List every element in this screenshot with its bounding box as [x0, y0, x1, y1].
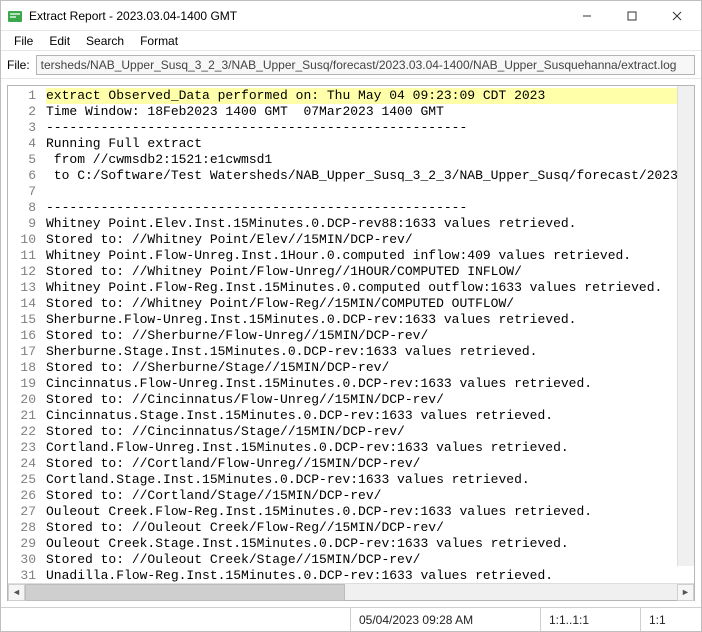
- file-label: File:: [7, 58, 30, 72]
- scroll-thumb[interactable]: [25, 584, 345, 601]
- code-line: Cortland.Flow-Unreg.Inst.15Minutes.0.DCP…: [46, 440, 694, 456]
- line-number: 4: [8, 136, 36, 152]
- code-line: Stored to: //Whitney Point/Flow-Reg//15M…: [46, 296, 694, 312]
- line-number: 8: [8, 200, 36, 216]
- status-cell-datetime: 05/04/2023 09:28 AM: [351, 608, 541, 631]
- line-number: 19: [8, 376, 36, 392]
- line-number: 13: [8, 280, 36, 296]
- line-number: 1: [8, 88, 36, 104]
- app-icon: [7, 8, 23, 24]
- code-line: Stored to: //Whitney Point/Elev//15MIN/D…: [46, 232, 694, 248]
- window-title: Extract Report - 2023.03.04-1400 GMT: [29, 9, 564, 23]
- code-line: Whitney Point.Flow-Reg.Inst.15Minutes.0.…: [46, 280, 694, 296]
- line-number: 21: [8, 408, 36, 424]
- code-content[interactable]: extract Observed_Data performed on: Thu …: [42, 86, 694, 583]
- line-number: 22: [8, 424, 36, 440]
- code-line: Time Window: 18Feb2023 1400 GMT 07Mar202…: [46, 104, 694, 120]
- minimize-button[interactable]: [564, 1, 609, 30]
- line-number: 10: [8, 232, 36, 248]
- code-line: Whitney Point.Flow-Unreg.Inst.1Hour.0.co…: [46, 248, 694, 264]
- line-number: 12: [8, 264, 36, 280]
- menu-edit[interactable]: Edit: [42, 33, 77, 49]
- horizontal-scrollbar[interactable]: ◄ ►: [8, 583, 694, 600]
- status-cell-selection: 1:1..1:1: [541, 608, 641, 631]
- line-number: 5: [8, 152, 36, 168]
- code-line: Stored to: //Ouleout Creek/Flow-Reg//15M…: [46, 520, 694, 536]
- code-line: Stored to: //Cortland/Flow-Unreg//15MIN/…: [46, 456, 694, 472]
- code-line: ----------------------------------------…: [46, 120, 694, 136]
- scroll-left-button[interactable]: ◄: [8, 584, 25, 601]
- code-line: Stored to: //Cincinnatus/Flow-Unreg//15M…: [46, 392, 694, 408]
- line-number: 17: [8, 344, 36, 360]
- chevron-left-icon: ◄: [12, 587, 21, 597]
- line-number: 31: [8, 568, 36, 583]
- code-line: from //cwmsdb2:1521:e1cwmsd1: [46, 152, 694, 168]
- code-line: ----------------------------------------…: [46, 200, 694, 216]
- line-number: 15: [8, 312, 36, 328]
- line-number: 29: [8, 536, 36, 552]
- vertical-scrollbar[interactable]: [677, 86, 694, 566]
- line-number: 28: [8, 520, 36, 536]
- code-line: Ouleout Creek.Stage.Inst.15Minutes.0.DCP…: [46, 536, 694, 552]
- code-line: Cincinnatus.Flow-Unreg.Inst.15Minutes.0.…: [46, 376, 694, 392]
- maximize-button[interactable]: [609, 1, 654, 30]
- maximize-icon: [627, 11, 637, 21]
- code-line: [46, 184, 694, 200]
- close-icon: [672, 11, 682, 21]
- editor-body[interactable]: 1234567891011121314151617181920212223242…: [8, 86, 694, 583]
- close-button[interactable]: [654, 1, 699, 30]
- code-line: Ouleout Creek.Flow-Reg.Inst.15Minutes.0.…: [46, 504, 694, 520]
- code-line: Stored to: //Ouleout Creek/Stage//15MIN/…: [46, 552, 694, 568]
- line-number: 18: [8, 360, 36, 376]
- menu-search[interactable]: Search: [79, 33, 131, 49]
- scroll-track[interactable]: [25, 584, 677, 601]
- file-path-text: tersheds/NAB_Upper_Susq_3_2_3/NAB_Upper_…: [41, 58, 677, 72]
- code-line: Stored to: //Cortland/Stage//15MIN/DCP-r…: [46, 488, 694, 504]
- code-line: Cincinnatus.Stage.Inst.15Minutes.0.DCP-r…: [46, 408, 694, 424]
- code-line: Stored to: //Sherburne/Flow-Unreg//15MIN…: [46, 328, 694, 344]
- menu-file[interactable]: File: [7, 33, 40, 49]
- line-number: 20: [8, 392, 36, 408]
- code-line: Unadilla.Flow-Reg.Inst.15Minutes.0.DCP-r…: [46, 568, 694, 583]
- code-line: Sherburne.Stage.Inst.15Minutes.0.DCP-rev…: [46, 344, 694, 360]
- menu-format[interactable]: Format: [133, 33, 185, 49]
- code-line: Sherburne.Flow-Unreg.Inst.15Minutes.0.DC…: [46, 312, 694, 328]
- code-line: Cortland.Stage.Inst.15Minutes.0.DCP-rev:…: [46, 472, 694, 488]
- statusbar: 05/04/2023 09:28 AM 1:1..1:1 1:1: [1, 607, 701, 631]
- chevron-right-icon: ►: [681, 587, 690, 597]
- line-number: 26: [8, 488, 36, 504]
- titlebar: Extract Report - 2023.03.04-1400 GMT: [1, 1, 701, 31]
- menubar: File Edit Search Format: [1, 31, 701, 51]
- app-window: Extract Report - 2023.03.04-1400 GMT Fil…: [0, 0, 702, 632]
- line-number: 6: [8, 168, 36, 184]
- line-number: 30: [8, 552, 36, 568]
- status-cell-empty: [1, 608, 351, 631]
- file-path-field[interactable]: tersheds/NAB_Upper_Susq_3_2_3/NAB_Upper_…: [36, 55, 695, 75]
- scroll-right-button[interactable]: ►: [677, 584, 694, 601]
- line-number: 14: [8, 296, 36, 312]
- code-line: Stored to: //Whitney Point/Flow-Unreg//1…: [46, 264, 694, 280]
- code-line: Stored to: //Sherburne/Stage//15MIN/DCP-…: [46, 360, 694, 376]
- line-number: 11: [8, 248, 36, 264]
- line-number-gutter: 1234567891011121314151617181920212223242…: [8, 86, 42, 583]
- code-line: extract Observed_Data performed on: Thu …: [46, 88, 694, 104]
- line-number: 23: [8, 440, 36, 456]
- status-cell-cursor: 1:1: [641, 608, 701, 631]
- code-line: Whitney Point.Elev.Inst.15Minutes.0.DCP-…: [46, 216, 694, 232]
- file-path-row: File: tersheds/NAB_Upper_Susq_3_2_3/NAB_…: [1, 51, 701, 79]
- line-number: 16: [8, 328, 36, 344]
- line-number: 9: [8, 216, 36, 232]
- line-number: 25: [8, 472, 36, 488]
- code-line: to C:/Software/Test Watersheds/NAB_Upper…: [46, 168, 694, 184]
- line-number: 24: [8, 456, 36, 472]
- editor: 1234567891011121314151617181920212223242…: [7, 85, 695, 601]
- line-number: 7: [8, 184, 36, 200]
- minimize-icon: [582, 11, 592, 21]
- line-number: 3: [8, 120, 36, 136]
- code-line: Running Full extract: [46, 136, 694, 152]
- line-number: 2: [8, 104, 36, 120]
- line-number: 27: [8, 504, 36, 520]
- code-line: Stored to: //Cincinnatus/Stage//15MIN/DC…: [46, 424, 694, 440]
